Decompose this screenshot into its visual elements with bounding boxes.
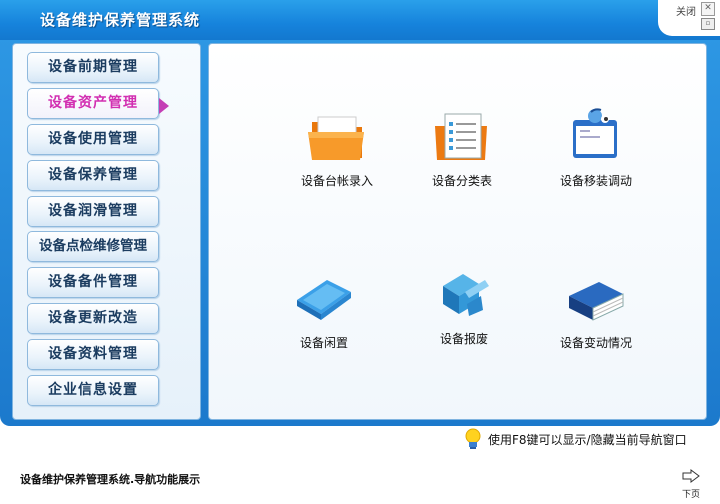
close-area: 关闭 ✕ ▫ xyxy=(658,0,720,36)
tile-asset-idle[interactable]: 设备闲置 xyxy=(259,270,389,351)
sidebar-item-6[interactable]: 设备备件管理 xyxy=(27,267,159,298)
tile-asset-category[interactable]: 设备分类表 xyxy=(397,108,527,189)
next-page-button[interactable]: 下页 xyxy=(676,468,706,500)
tile-label: 设备分类表 xyxy=(431,174,492,188)
tile-label: 设备报废 xyxy=(439,332,488,346)
blue-book-icon xyxy=(569,282,624,321)
tile-asset-transfer[interactable]: 设备移装调动 xyxy=(531,108,661,189)
sidebar-item-0[interactable]: 设备前期管理 xyxy=(27,52,159,83)
broken-box-icon xyxy=(443,274,489,316)
sidebar: 设备前期管理 设备资产管理 设备使用管理 设备保养管理 设备润滑管理 设备点检维… xyxy=(12,43,201,420)
sidebar-item-3[interactable]: 设备保养管理 xyxy=(27,160,159,191)
title-bar: 设备维护保养管理系统 xyxy=(0,0,720,40)
app-title: 设备维护保养管理系统 xyxy=(40,11,201,29)
main-panel: 设备台帐录入 设备分类表 设备移装调动 设备闲置 设备报废 设备变动情况 xyxy=(208,43,707,420)
next-page-icon xyxy=(682,469,700,483)
blue-folder-icon xyxy=(297,280,351,320)
orange-folder-icon xyxy=(308,116,364,160)
status-text: 设备维护保养管理系统.导航功能展示 xyxy=(20,473,201,486)
hint-text: 使用F8键可以显示/隐藏当前导航窗口 xyxy=(488,433,687,447)
tile-label: 设备变动情况 xyxy=(559,336,632,350)
tile-label: 设备移装调动 xyxy=(559,174,632,188)
sidebar-item-5[interactable]: 设备点检维修管理 xyxy=(27,231,159,262)
sidebar-item-7[interactable]: 设备更新改造 xyxy=(27,303,159,334)
document-list-icon xyxy=(435,113,487,160)
tile-asset-scrap[interactable]: 设备报废 xyxy=(399,266,529,347)
next-label: 下页 xyxy=(681,490,700,500)
tile-asset-change[interactable]: 设备变动情况 xyxy=(531,270,661,351)
lightbulb-icon xyxy=(465,428,481,449)
active-arrow-icon xyxy=(159,98,169,114)
window-frame: 设备维护保养管理系统 关闭 ✕ ▫ 设备前期管理 设备资产管理 设备使用管理 设… xyxy=(0,0,720,426)
calendar-icon xyxy=(573,108,617,158)
maximize-icon[interactable]: ▫ xyxy=(701,18,715,30)
sidebar-item-8[interactable]: 设备资料管理 xyxy=(27,339,159,370)
sidebar-item-4[interactable]: 设备润滑管理 xyxy=(27,196,159,227)
close-label[interactable]: 关闭 xyxy=(676,3,696,18)
sidebar-item-2[interactable]: 设备使用管理 xyxy=(27,124,159,155)
tile-label: 设备台帐录入 xyxy=(300,174,373,188)
close-icon[interactable]: ✕ xyxy=(701,2,715,16)
tile-label: 设备闲置 xyxy=(299,336,348,350)
sidebar-item-9[interactable]: 企业信息设置 xyxy=(27,375,159,406)
sidebar-item-1[interactable]: 设备资产管理 xyxy=(27,88,159,119)
tile-asset-ledger[interactable]: 设备台帐录入 xyxy=(272,108,402,189)
